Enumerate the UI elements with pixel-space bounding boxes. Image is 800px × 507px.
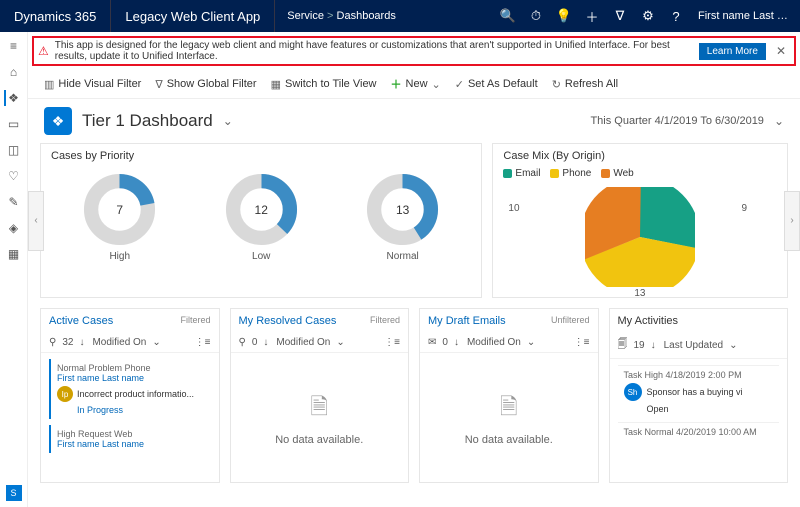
my-activities-pane: My Activities 🗐19↓Last Updated⌄ Task Hig… <box>609 308 789 483</box>
rail-entity6-icon[interactable]: ▦ <box>6 246 22 262</box>
activity-icon: 🗐 <box>618 337 628 354</box>
rail-entity4-icon[interactable]: ✎ <box>6 194 22 210</box>
draft-emails-pane: My Draft EmailsUnfiltered ✉0↓Modified On… <box>419 308 599 483</box>
refresh-icon: ↻ <box>552 78 561 91</box>
document-icon: 🗎 <box>500 390 518 428</box>
rail-menu-icon[interactable]: ≡ <box>6 38 22 54</box>
case-row[interactable]: High Request Web First name Last name <box>49 425 211 453</box>
date-range[interactable]: This Quarter 4/1/2019 To 6/30/2019 <box>590 115 763 127</box>
document-icon: 🗎 <box>310 390 328 428</box>
dashboard-icon: ❖ <box>44 107 72 135</box>
avatar: Ip <box>57 386 73 402</box>
rail-home-icon[interactable]: ⌂ <box>6 64 22 80</box>
top-nav-bar: Dynamics 365 Legacy Web Client App Servi… <box>0 0 800 32</box>
funnel-icon: ∇ <box>155 78 162 91</box>
app-name[interactable]: Legacy Web Client App <box>110 0 275 32</box>
hide-visual-filter-button[interactable]: ▥Hide Visual Filter <box>44 78 141 91</box>
switch-tile-view-button[interactable]: ▦Switch to Tile View <box>271 78 377 91</box>
scroll-left-button[interactable]: ‹ <box>28 191 44 251</box>
learn-more-button[interactable]: Learn More <box>699 43 766 60</box>
refresh-button[interactable]: ↻Refresh All <box>552 78 618 91</box>
resolved-cases-pane: My Resolved CasesFiltered ⚲0↓Modified On… <box>230 308 410 483</box>
show-global-filter-button[interactable]: ∇Show Global Filter <box>155 78 256 91</box>
mix-legend: Email Phone Web <box>493 168 787 183</box>
new-button[interactable]: ＋New ⌄ <box>391 76 441 92</box>
dashboard-title-bar: ❖ Tier 1 Dashboard ⌄ This Quarter 4/1/20… <box>28 99 800 143</box>
case-icon: ⚲ <box>49 337 56 348</box>
search-icon[interactable]: 🔍 <box>494 0 522 32</box>
plus-icon: ＋ <box>391 76 402 92</box>
activities-controls[interactable]: 🗐19↓Last Updated⌄ <box>610 333 788 359</box>
mix-card-header: Case Mix (By Origin) <box>493 144 787 168</box>
range-chevron-icon[interactable]: ⌄ <box>774 114 784 128</box>
activity-row[interactable]: Task High 4/18/2019 2:00 PM ShSponsor ha… <box>618 365 780 418</box>
tile-icon: ▦ <box>271 78 281 91</box>
legacy-warning-banner: ⚠ This app is designed for the legacy we… <box>32 36 796 66</box>
priority-card-header: Cases by Priority <box>41 144 481 168</box>
command-bar: ▥Hide Visual Filter ∇Show Global Filter … <box>28 70 800 99</box>
active-cases-pane: Active CasesFiltered ⚲32↓Modified On⌄⋮≡ … <box>40 308 220 483</box>
avatar: Sh <box>624 383 642 401</box>
cases-by-priority-card: Cases by Priority 7 High 12 Low 13 Norma <box>40 143 482 298</box>
activity-row[interactable]: Task Normal 4/20/2019 10:00 AM <box>618 422 780 441</box>
donut-high[interactable]: 7 High <box>82 172 157 262</box>
chevron-down-icon: ⌄ <box>432 78 441 91</box>
chevron-down-icon[interactable]: ⌄ <box>336 337 344 348</box>
rail-entity2-icon[interactable]: ◫ <box>6 142 22 158</box>
bulb-icon[interactable]: 💡 <box>550 0 578 32</box>
check-icon: ✓ <box>455 78 464 91</box>
mix-pie[interactable]: 10 9 13 <box>493 183 787 297</box>
close-icon[interactable]: ✕ <box>772 44 790 58</box>
chevron-down-icon[interactable]: ⌄ <box>729 340 737 351</box>
breadcrumb[interactable]: Service > Dashboards <box>275 10 408 22</box>
left-rail: ≡ ⌂ ❖ ▭ ◫ ♡ ✎ ◈ ▦ S <box>0 32 28 507</box>
mail-icon: ✉ <box>428 337 436 348</box>
add-icon[interactable]: ＋ <box>578 0 606 32</box>
rail-dashboard-icon[interactable]: ❖ <box>4 90 20 106</box>
rail-entity1-icon[interactable]: ▭ <box>6 116 22 132</box>
active-controls[interactable]: ⚲32↓Modified On⌄⋮≡ <box>41 333 219 353</box>
drafts-controls[interactable]: ✉0↓Modified On⌄⋮≡ <box>420 333 598 353</box>
brand-label[interactable]: Dynamics 365 <box>0 9 110 24</box>
case-icon: ⚲ <box>239 337 246 348</box>
scroll-right-button[interactable]: › <box>784 191 800 251</box>
rail-entity3-icon[interactable]: ♡ <box>6 168 22 184</box>
user-menu[interactable]: First name Last na... <box>690 10 800 22</box>
filter-icon[interactable]: ∇ <box>606 0 634 32</box>
help-icon[interactable]: ? <box>662 0 690 32</box>
list-settings-icon[interactable]: ⋮≡ <box>574 337 590 348</box>
rail-area-switcher[interactable]: S <box>6 485 22 501</box>
title-chevron-icon[interactable]: ⌄ <box>223 114 233 128</box>
resolved-controls[interactable]: ⚲0↓Modified On⌄⋮≡ <box>231 333 409 353</box>
list-settings-icon[interactable]: ⋮≡ <box>384 337 400 348</box>
donut-low[interactable]: 12 Low <box>224 172 299 262</box>
set-default-button[interactable]: ✓Set As Default <box>455 78 538 91</box>
page-title[interactable]: Tier 1 Dashboard <box>82 111 213 131</box>
timer-icon[interactable]: ⏱ <box>522 0 550 32</box>
warning-icon: ⚠ <box>38 44 49 58</box>
case-mix-card: Case Mix (By Origin) Email Phone Web 10 <box>492 143 788 298</box>
chevron-down-icon[interactable]: ⌄ <box>527 337 535 348</box>
warning-text: This app is designed for the legacy web … <box>55 40 693 62</box>
donut-normal[interactable]: 13 Normal <box>365 172 440 262</box>
visual-filter-icon: ▥ <box>44 78 54 91</box>
list-settings-icon[interactable]: ⋮≡ <box>195 337 211 348</box>
case-row[interactable]: Normal Problem Phone First name Last nam… <box>49 359 211 419</box>
gear-icon[interactable]: ⚙ <box>634 0 662 32</box>
chevron-down-icon[interactable]: ⌄ <box>152 337 160 348</box>
breadcrumb-area[interactable]: Service <box>287 10 324 22</box>
breadcrumb-page[interactable]: Dashboards <box>337 10 396 22</box>
rail-entity5-icon[interactable]: ◈ <box>6 220 22 236</box>
